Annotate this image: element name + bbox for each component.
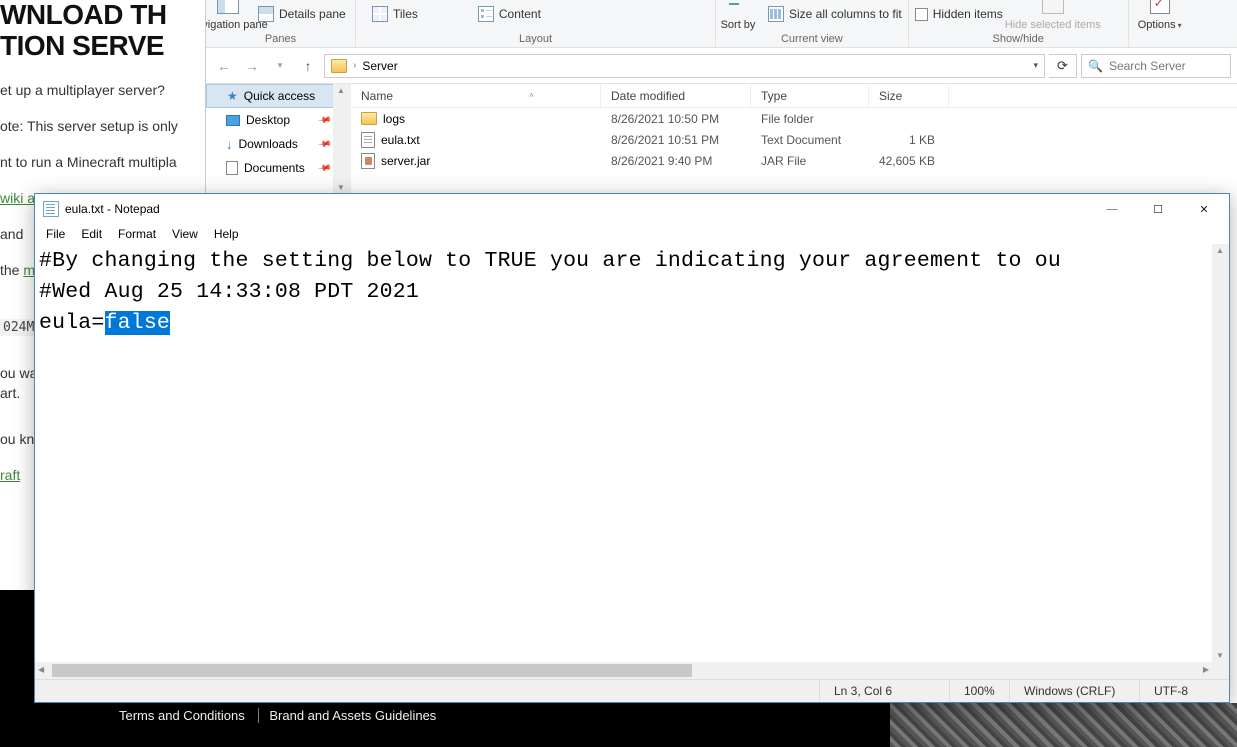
- status-encoding: UTF-8: [1139, 680, 1229, 702]
- column-header-date[interactable]: Date modified: [601, 84, 751, 107]
- status-zoom: 100%: [949, 680, 1009, 702]
- nav-scrollbar[interactable]: [333, 84, 350, 194]
- tiles-view-button[interactable]: Tiles: [372, 6, 418, 22]
- sort-icon: [727, 0, 749, 14]
- notepad-menubar: File Edit Format View Help: [35, 224, 1229, 244]
- scrollbar-thumb[interactable]: [52, 664, 692, 677]
- content-icon: [478, 6, 494, 22]
- search-input[interactable]: 🔍 Search Server: [1081, 54, 1231, 78]
- status-cursor-position: Ln 3, Col 6: [819, 680, 949, 702]
- navigation-pane: ★ Quick access Desktop 📌 ↓ Downloads 📌 D…: [206, 84, 351, 194]
- download-icon: ↓: [226, 137, 233, 152]
- status-line-ending: Windows (CRLF): [1009, 680, 1139, 702]
- ribbon-group-label: Current view: [722, 31, 902, 45]
- forward-button: →: [240, 54, 264, 78]
- bg-text: et up a multiplayer server?: [0, 82, 201, 98]
- text-file-icon: [361, 132, 375, 148]
- navigation-pane-button[interactable]: Navigation pane: [212, 0, 244, 32]
- bg-heading: WNLOAD THTION SERVE: [0, 0, 201, 62]
- ribbon-group-label: Panes: [212, 31, 349, 45]
- breadcrumb-item[interactable]: Server: [362, 59, 397, 73]
- notepad-statusbar: Ln 3, Col 6 100% Windows (CRLF) UTF-8: [35, 679, 1229, 702]
- bg-text: ote: This server setup is only: [0, 118, 201, 134]
- details-pane-icon: [258, 6, 274, 22]
- notepad-title-text: eula.txt - Notepad: [65, 202, 160, 216]
- column-header-type[interactable]: Type: [751, 84, 869, 107]
- column-header-name[interactable]: Name ˄: [351, 84, 601, 107]
- file-row-eula[interactable]: eula.txt 8/26/2021 10:51 PM Text Documen…: [351, 129, 1237, 150]
- jar-file-icon: [361, 153, 375, 169]
- menu-file[interactable]: File: [39, 226, 72, 242]
- options-button[interactable]: Options▾: [1135, 0, 1185, 32]
- pin-icon: 📌: [317, 136, 332, 151]
- refresh-button[interactable]: ⟳: [1049, 54, 1077, 78]
- maximize-button[interactable]: ☐: [1135, 194, 1181, 224]
- file-explorer-window: Navigation pane Details pane Panes Tiles…: [205, 0, 1237, 194]
- folder-icon: [361, 112, 377, 125]
- pin-icon: 📌: [317, 112, 332, 127]
- address-bar: ← → ▾ ↑ › Server ▾ ⟳ 🔍 Search Server: [206, 48, 1237, 84]
- menu-edit[interactable]: Edit: [74, 226, 109, 242]
- chevron-down-icon[interactable]: ▾: [1033, 60, 1038, 71]
- notepad-app-icon: [43, 201, 59, 217]
- notepad-window: eula.txt - Notepad — ☐ ✕ File Edit Forma…: [34, 193, 1230, 703]
- details-pane-button[interactable]: Details pane: [258, 6, 346, 22]
- nav-downloads[interactable]: ↓ Downloads 📌: [206, 132, 350, 156]
- bg-text: nt to run a Minecraft multipla: [0, 154, 201, 170]
- ribbon: Navigation pane Details pane Panes Tiles…: [206, 0, 1237, 48]
- size-columns-icon: [768, 6, 784, 22]
- options-icon: [1150, 0, 1170, 14]
- menu-help[interactable]: Help: [207, 226, 246, 242]
- checkbox-icon: [915, 8, 928, 21]
- pin-icon: 📌: [317, 160, 332, 175]
- bg-link-raft[interactable]: raft: [0, 467, 20, 483]
- horizontal-scrollbar[interactable]: [35, 662, 1212, 679]
- minimize-button[interactable]: —: [1089, 194, 1135, 224]
- nav-quick-access[interactable]: ★ Quick access: [206, 84, 350, 108]
- file-row-logs[interactable]: logs 8/26/2021 10:50 PM File folder: [351, 108, 1237, 129]
- background-rock-texture: [890, 703, 1237, 747]
- content-view-button[interactable]: Content: [478, 6, 541, 22]
- selected-text: false: [105, 311, 171, 335]
- refresh-icon: ⟳: [1057, 58, 1068, 74]
- hide-selected-button: Hide selected items: [1017, 0, 1089, 32]
- sort-asc-icon: ˄: [529, 91, 534, 100]
- ribbon-group-label: Layout: [362, 31, 709, 45]
- desktop-icon: [226, 115, 240, 126]
- vertical-scrollbar[interactable]: [1212, 244, 1229, 662]
- star-icon: ★: [227, 89, 238, 103]
- bg-link-wiki[interactable]: wiki a: [0, 190, 35, 206]
- nav-desktop[interactable]: Desktop 📌: [206, 108, 350, 132]
- size-columns-button[interactable]: Size all columns to fit: [768, 6, 902, 22]
- nav-documents[interactable]: Documents 📌: [206, 156, 350, 180]
- notepad-text-area[interactable]: #By changing the setting below to TRUE y…: [35, 244, 1229, 679]
- hidden-items-checkbox[interactable]: Hidden items: [915, 7, 1003, 21]
- footer-brand-link[interactable]: Brand and Assets Guidelines: [265, 708, 440, 723]
- recent-locations-button[interactable]: ▾: [268, 54, 292, 78]
- navigation-pane-icon: [217, 0, 239, 14]
- hide-selected-icon: [1042, 0, 1064, 14]
- up-button[interactable]: ↑: [296, 54, 320, 78]
- footer-terms-link[interactable]: Terms and Conditions: [115, 708, 249, 723]
- menu-view[interactable]: View: [165, 226, 205, 242]
- file-row-server-jar[interactable]: server.jar 8/26/2021 9:40 PM JAR File 42…: [351, 150, 1237, 171]
- resize-grip[interactable]: [1212, 662, 1229, 679]
- search-icon: 🔍: [1088, 59, 1103, 73]
- notepad-titlebar[interactable]: eula.txt - Notepad — ☐ ✕: [35, 194, 1229, 224]
- chevron-right-icon: ›: [353, 60, 356, 71]
- file-list: Name ˄ Date modified Type Size logs 8/26…: [351, 84, 1237, 194]
- documents-icon: [226, 161, 238, 175]
- menu-format[interactable]: Format: [111, 226, 163, 242]
- ribbon-group-label: Show/hide: [915, 31, 1122, 45]
- file-list-header: Name ˄ Date modified Type Size: [351, 84, 1237, 108]
- close-button[interactable]: ✕: [1181, 194, 1227, 224]
- address-input[interactable]: › Server ▾: [324, 54, 1045, 78]
- column-header-size[interactable]: Size: [869, 84, 949, 107]
- back-button: ←: [212, 54, 236, 78]
- tiles-icon: [372, 6, 388, 22]
- sort-by-button[interactable]: Sort by: [722, 0, 754, 32]
- folder-icon: [331, 59, 347, 73]
